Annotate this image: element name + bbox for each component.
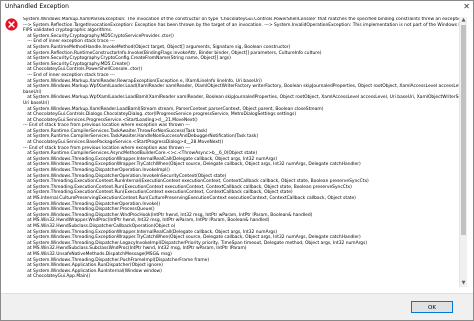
ok-button[interactable]: OK	[411, 301, 453, 313]
scroll-down-arrow-icon[interactable]: ▼	[460, 280, 467, 287]
message-line: System.Windows.Markup.XamlParseException…	[23, 17, 459, 22]
exception-dialog: Unhandled Exception ✕ System.Windows.Mar…	[0, 0, 474, 321]
vertical-scrollbar[interactable]: ▲ ▼	[459, 17, 467, 287]
close-icon[interactable]: ✕	[463, 2, 470, 12]
message-line: at System.Windows.Markup.WpfXamlLoader.L…	[23, 84, 459, 90]
scroll-up-arrow-icon[interactable]: ▲	[460, 17, 467, 24]
message-line: at ChocolateyGui.App.Main()	[23, 274, 91, 280]
title-bar: Unhandled Exception ✕	[1, 1, 473, 15]
error-icon	[5, 18, 18, 31]
exception-message: System.Windows.Markup.XamlParseException…	[23, 17, 459, 280]
window-title: Unhandled Exception	[5, 3, 69, 10]
scroll-thumb[interactable]	[461, 25, 466, 235]
message-line: at System.Windows.Markup.WpfXamlLoader.L…	[23, 95, 459, 101]
dialog-footer: OK	[1, 293, 473, 320]
